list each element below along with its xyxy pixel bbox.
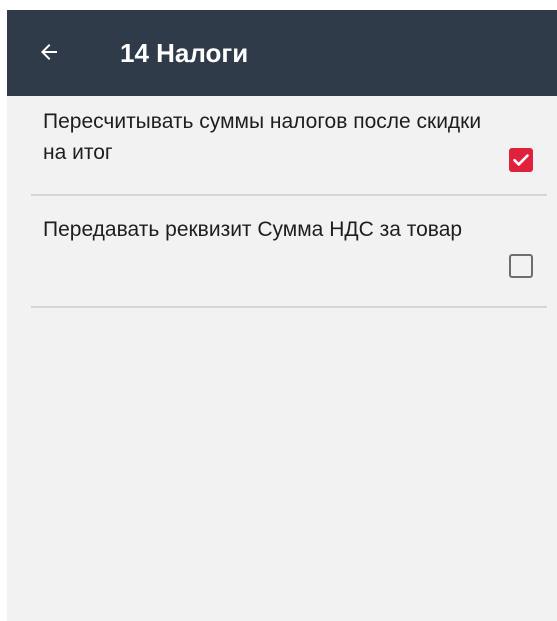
preference-row-recalculate-taxes[interactable]: Пересчитывать суммы налогов после скидки… bbox=[31, 96, 547, 194]
app-toolbar: 14 Налоги bbox=[7, 10, 557, 96]
page-title: 14 Налоги bbox=[120, 38, 249, 68]
back-button[interactable] bbox=[29, 32, 69, 72]
divider bbox=[31, 306, 547, 308]
preference-label: Передавать реквизит Сумма НДС за товар bbox=[43, 218, 463, 241]
check-icon bbox=[513, 154, 529, 166]
recalculate-taxes-checkbox[interactable] bbox=[509, 148, 533, 172]
preference-label: Пересчитывать суммы налогов после скидки… bbox=[43, 110, 482, 164]
settings-screen: 14 Налоги Пересчитывать суммы налогов по… bbox=[7, 10, 557, 621]
vat-amount-checkbox[interactable] bbox=[509, 254, 533, 278]
arrow-left-icon bbox=[41, 44, 57, 60]
preference-row-vat-amount[interactable]: Передавать реквизит Сумма НДС за товар bbox=[31, 196, 547, 306]
